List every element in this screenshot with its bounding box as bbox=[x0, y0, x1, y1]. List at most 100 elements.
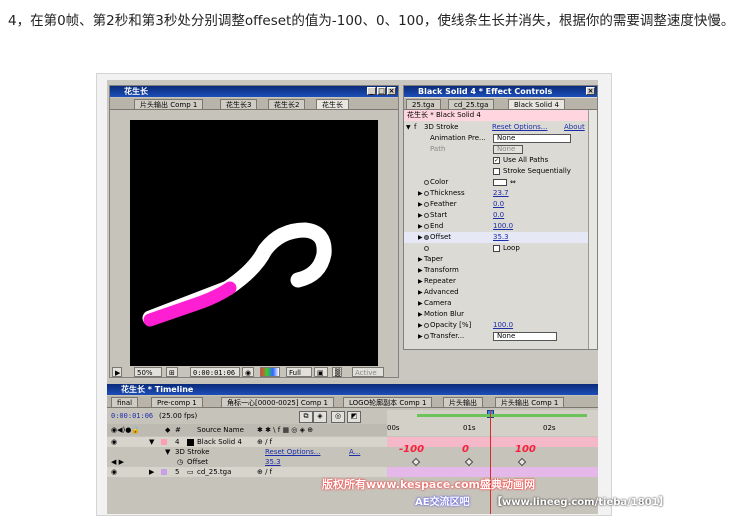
fx-about-link[interactable]: About bbox=[564, 122, 585, 133]
animation-preset-dropdown[interactable]: None bbox=[493, 134, 571, 143]
stopwatch-icon[interactable] bbox=[424, 235, 429, 240]
tab-tl-2[interactable]: 角标一心[0000-0025] Comp 1 bbox=[221, 397, 334, 407]
keyframe-icon[interactable] bbox=[464, 457, 474, 467]
fx-group-camera[interactable]: ▶ Camera bbox=[404, 298, 589, 309]
tab-comp-3[interactable]: 花生长 bbox=[316, 99, 349, 109]
thickness-value[interactable]: 23.7 bbox=[493, 188, 509, 199]
fx-close-icon[interactable]: × bbox=[586, 87, 595, 95]
snapshot-icon[interactable]: ◉ bbox=[242, 367, 254, 377]
label-color-icon[interactable] bbox=[161, 439, 167, 445]
layer-name[interactable]: Black Solid 4 bbox=[197, 437, 242, 447]
expand-triangle-icon[interactable]: ▶ bbox=[418, 309, 423, 320]
path-dropdown[interactable]: None bbox=[493, 145, 523, 154]
expand-triangle-icon[interactable]: ▶ bbox=[418, 265, 423, 276]
opacity-value[interactable]: 100.0 bbox=[493, 320, 513, 331]
timeline-reset-link[interactable]: Reset Options... bbox=[265, 447, 320, 457]
keyframe-icon[interactable] bbox=[411, 457, 421, 467]
tab-fx-2[interactable]: Black Solid 4 bbox=[508, 99, 565, 109]
loop-checkbox[interactable] bbox=[493, 245, 500, 252]
fx-effect-row[interactable]: ▼ f 3D Stroke Reset Options... About bbox=[404, 122, 589, 133]
expand-triangle-icon[interactable]: ▶ bbox=[418, 287, 423, 298]
start-value[interactable]: 0.0 bbox=[493, 210, 504, 221]
fx-scrollbar[interactable] bbox=[588, 110, 597, 349]
fx-reset-link[interactable]: Reset Options... bbox=[492, 122, 547, 133]
label-color-icon[interactable] bbox=[161, 469, 167, 475]
layer-name[interactable]: cd_25.tga bbox=[197, 467, 231, 477]
layer-switch-icons[interactable]: ⊕ / f bbox=[257, 467, 272, 477]
fx-group-repeater[interactable]: ▶ Repeater bbox=[404, 276, 589, 287]
feather-value[interactable]: 0.0 bbox=[493, 199, 504, 210]
transfer-mode-dropdown[interactable]: None bbox=[493, 332, 557, 341]
stopwatch-icon[interactable] bbox=[424, 213, 429, 218]
tab-fx-0[interactable]: 25.tga bbox=[406, 99, 441, 109]
stopwatch-icon[interactable]: ◷ bbox=[177, 457, 183, 467]
expand-triangle-icon[interactable]: ▶ bbox=[418, 199, 423, 210]
channel-icon[interactable] bbox=[260, 367, 280, 377]
offset-value[interactable]: 35.3 bbox=[493, 232, 509, 243]
tab-comp-0[interactable]: 片头输出 Comp 1 bbox=[134, 99, 204, 109]
keyframe-icon[interactable] bbox=[517, 457, 527, 467]
resolution-dropdown[interactable]: Full bbox=[286, 367, 312, 377]
stopwatch-icon[interactable] bbox=[424, 323, 429, 328]
tab-fx-1[interactable]: cd_25.tga bbox=[448, 99, 495, 109]
use-all-paths-checkbox[interactable]: ✓ bbox=[493, 157, 500, 164]
expand-triangle-icon[interactable]: ▶ bbox=[418, 232, 423, 243]
maximize-icon[interactable]: □ bbox=[377, 87, 386, 95]
expand-triangle-icon[interactable]: ▶ bbox=[149, 467, 154, 477]
color-swatch[interactable] bbox=[493, 179, 507, 186]
expand-triangle-icon[interactable]: ▼ bbox=[149, 437, 154, 447]
safe-zone-icon[interactable]: ⊞ bbox=[166, 367, 178, 377]
timeline-about-link[interactable]: A... bbox=[349, 447, 360, 457]
eyedropper-icon[interactable]: ⇔ bbox=[510, 177, 516, 188]
tab-tl-3[interactable]: LOGO轮廓副本 Comp 1 bbox=[343, 397, 433, 407]
expand-triangle-icon[interactable]: ▶ bbox=[418, 276, 423, 287]
comp-timecode[interactable]: 0:00:01:06 bbox=[190, 367, 240, 377]
source-name-header[interactable]: Source Name bbox=[197, 424, 244, 436]
time-ruler[interactable]: 00s 01s 02s bbox=[387, 410, 598, 436]
comp-flowchart-icon[interactable]: ⧉ bbox=[299, 411, 313, 423]
region-icon[interactable]: ▣ bbox=[314, 367, 328, 377]
tab-comp-2[interactable]: 花生长2 bbox=[268, 99, 306, 109]
expand-triangle-icon[interactable]: ▶ bbox=[418, 188, 423, 199]
keyframe-navigator-icon[interactable]: ◀ ▶ bbox=[111, 457, 124, 467]
expand-triangle-icon[interactable]: ▶ bbox=[418, 331, 423, 342]
stopwatch-icon[interactable] bbox=[424, 202, 429, 207]
stopwatch-icon[interactable] bbox=[424, 180, 429, 185]
layer-switch-icons[interactable]: ⊕ / f bbox=[257, 437, 272, 447]
expand-triangle-icon[interactable]: ▶ bbox=[418, 221, 423, 232]
fx-group-transform[interactable]: ▶ Transform bbox=[404, 265, 589, 276]
expand-triangle-icon[interactable]: ▼ bbox=[165, 447, 170, 457]
end-value[interactable]: 100.0 bbox=[493, 221, 513, 232]
fx-group-motion-blur[interactable]: ▶ Motion Blur bbox=[404, 309, 589, 320]
graph-editor-icon[interactable]: ◩ bbox=[347, 411, 361, 423]
draft-3d-icon[interactable]: ◈ bbox=[313, 411, 327, 423]
tab-tl-1[interactable]: Pre-comp 1 bbox=[151, 397, 203, 407]
active-camera-dropdown[interactable]: Active bbox=[352, 367, 384, 377]
stopwatch-icon[interactable] bbox=[424, 191, 429, 196]
tab-tl-5[interactable]: 片头输出 Comp 1 bbox=[495, 397, 565, 407]
expand-triangle-icon[interactable]: ▶ bbox=[418, 210, 423, 221]
minimize-icon[interactable]: _ bbox=[367, 87, 376, 95]
close-icon[interactable]: × bbox=[387, 87, 396, 95]
stopwatch-icon[interactable] bbox=[424, 334, 429, 339]
comp-menu-icon[interactable]: ▶ bbox=[112, 367, 122, 377]
tab-tl-4[interactable]: 片头输出 bbox=[443, 397, 483, 407]
motion-blur-icon[interactable]: ◎ bbox=[331, 411, 345, 423]
expand-triangle-icon[interactable]: ▶ bbox=[418, 254, 423, 265]
expand-triangle-icon[interactable]: ▼ bbox=[406, 122, 411, 133]
eye-icon[interactable]: ◉ bbox=[111, 437, 117, 447]
expand-triangle-icon[interactable]: ▶ bbox=[418, 320, 423, 331]
fx-group-advanced[interactable]: ▶ Advanced bbox=[404, 287, 589, 298]
work-area-bar[interactable] bbox=[417, 414, 587, 417]
transparency-icon[interactable]: ▒ bbox=[332, 367, 342, 377]
zoom-dropdown[interactable]: 50% bbox=[134, 367, 162, 377]
timeline-timecode[interactable]: 0:00:01:06 bbox=[111, 412, 153, 420]
stopwatch-icon[interactable] bbox=[424, 246, 429, 251]
fx-toggle-icon[interactable]: f bbox=[414, 122, 416, 133]
comp-viewer[interactable] bbox=[130, 120, 378, 366]
stopwatch-icon[interactable] bbox=[424, 224, 429, 229]
tab-tl-0[interactable]: final bbox=[111, 397, 139, 407]
fx-group-taper[interactable]: ▶ Taper bbox=[404, 254, 589, 265]
eye-icon[interactable]: ◉ bbox=[111, 467, 117, 477]
stroke-sequentially-checkbox[interactable] bbox=[493, 168, 500, 175]
